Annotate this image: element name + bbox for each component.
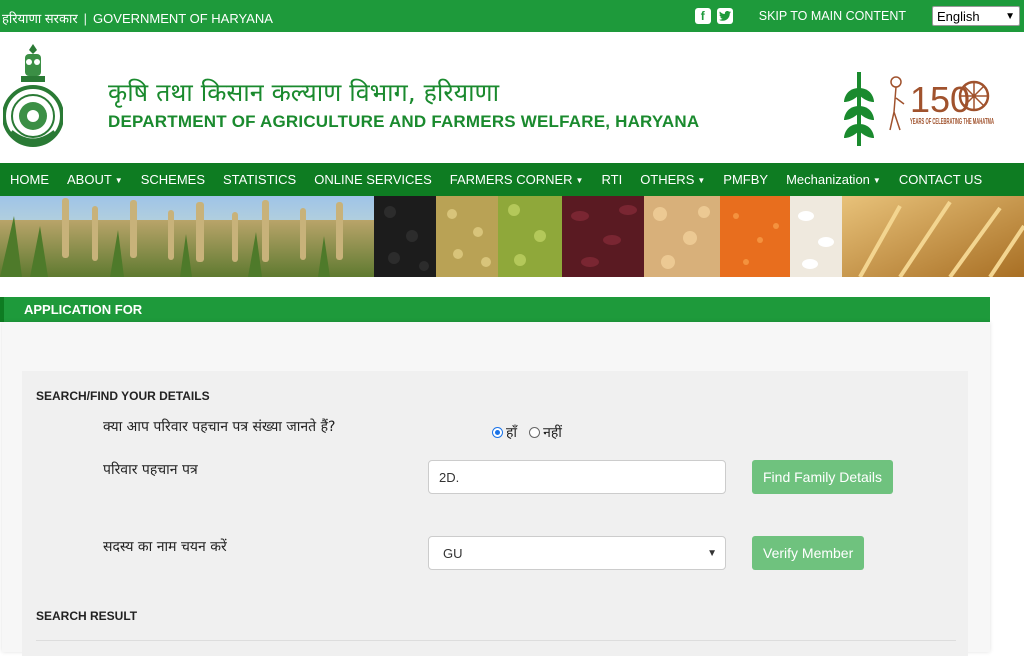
crops-banner-image xyxy=(0,196,1024,277)
nav-online-services[interactable]: ONLINE SERVICES xyxy=(314,172,432,187)
nav-label: HOME xyxy=(10,172,49,187)
ppp-label: परिवार पहचान पत्र xyxy=(103,462,198,478)
language-value: English xyxy=(937,8,980,24)
nav-rti[interactable]: RTI xyxy=(601,172,622,187)
nav-farmers-corner[interactable]: FARMERS CORNER ▼ xyxy=(450,172,584,187)
chevron-down-icon: ▼ xyxy=(707,548,717,559)
nav-statistics[interactable]: STATISTICS xyxy=(223,172,296,187)
caret-down-icon: ▼ xyxy=(697,176,706,186)
wheat-logo-icon xyxy=(844,72,874,146)
caret-down-icon: ▼ xyxy=(872,176,881,186)
skip-to-content-link[interactable]: SKIP TO MAIN CONTENT xyxy=(759,9,906,23)
search-result-heading: SEARCH RESULT xyxy=(36,609,138,623)
caret-down-icon: ▼ xyxy=(575,176,584,186)
nav-label: PMFBY xyxy=(723,172,769,187)
gandhi-150-logo-icon: 150 YEARS OF CELEBRATING THE MAHATMA xyxy=(889,76,994,131)
nav-label: STATISTICS xyxy=(223,172,297,187)
member-select[interactable]: GU ▼ xyxy=(428,536,726,570)
ppp-question: क्या आप परिवार पहचान पत्र संख्या जानते ह… xyxy=(103,419,336,435)
caret-down-icon: ▼ xyxy=(114,176,123,186)
nav-about[interactable]: ABOUT ▼ xyxy=(67,172,123,187)
ppp-input[interactable]: 2D. xyxy=(428,460,726,494)
twitter-icon[interactable] xyxy=(716,8,733,24)
member-label: सदस्य का नाम चयन करें xyxy=(103,539,227,555)
site-header: कृषि तथा किसान कल्याण विभाग, हरियाणा DEP… xyxy=(0,32,1024,163)
radio-yes-label: हाँ xyxy=(506,425,518,441)
search-heading: SEARCH/FIND YOUR DETAILS xyxy=(36,389,210,403)
language-select[interactable]: English ▼ xyxy=(932,6,1020,26)
find-family-details-button[interactable]: Find Family Details xyxy=(752,460,894,494)
nav-label: CONTACT US xyxy=(898,172,983,187)
radio-option-no[interactable]: नहीं xyxy=(529,423,562,442)
search-panel xyxy=(22,371,968,656)
state-name-hindi: हरियाणा सरकार xyxy=(2,11,78,26)
nav-label: FARMERS CORNER xyxy=(449,172,573,187)
new-badge: New! xyxy=(723,154,750,166)
member-select-value: GU xyxy=(443,546,463,561)
nav-home[interactable]: HOME xyxy=(10,172,49,187)
separator: | xyxy=(83,10,88,26)
state-name-english: GOVERNMENT OF HARYANA xyxy=(93,10,273,26)
radio-yes[interactable] xyxy=(492,427,503,438)
nav-label: ABOUT xyxy=(67,172,112,187)
main-navigation: HOME ABOUT ▼ SCHEMES STATISTICS ONLINE SE… xyxy=(0,154,1024,196)
nav-pmfby[interactable]: New! PMFBY xyxy=(723,154,769,187)
nav-label: OTHERS xyxy=(640,172,695,187)
radio-no[interactable] xyxy=(529,427,541,438)
gandhi-tagline: YEARS OF CELEBRATING THE MAHATMA xyxy=(910,117,994,126)
section-title-bar: APPLICATION FOR xyxy=(0,297,990,322)
department-title-hindi: कृषि तथा किसान कल्याण विभाग, हरियाणा xyxy=(108,78,500,107)
nav-others[interactable]: OTHERS ▼ xyxy=(640,172,705,187)
nav-label: SCHEMES xyxy=(140,172,206,187)
top-bar: हरियाणा सरकार | GOVERNMENT OF HARYANA f … xyxy=(0,0,1024,32)
ppp-known-radio-group: हाँ नहीं xyxy=(492,423,574,442)
nav-contact-us[interactable]: CONTACT US xyxy=(899,172,982,187)
department-title-english: DEPARTMENT OF AGRICULTURE AND FARMERS WE… xyxy=(108,112,700,131)
nav-label: Mechanization xyxy=(786,172,870,187)
verify-member-button[interactable]: Verify Member xyxy=(752,536,865,570)
nav-mechanization[interactable]: Mechanization ▼ xyxy=(786,172,881,187)
facebook-icon[interactable]: f xyxy=(694,8,711,24)
nav-label: RTI xyxy=(601,172,623,187)
radio-no-label: नहीं xyxy=(543,425,562,441)
radio-option-yes[interactable]: हाँ xyxy=(492,423,517,442)
nav-label: ONLINE SERVICES xyxy=(314,172,432,187)
nav-schemes[interactable]: SCHEMES xyxy=(141,172,205,187)
chevron-down-icon: ▼ xyxy=(1005,10,1015,22)
haryana-emblem-icon xyxy=(3,44,63,147)
divider xyxy=(36,640,956,641)
